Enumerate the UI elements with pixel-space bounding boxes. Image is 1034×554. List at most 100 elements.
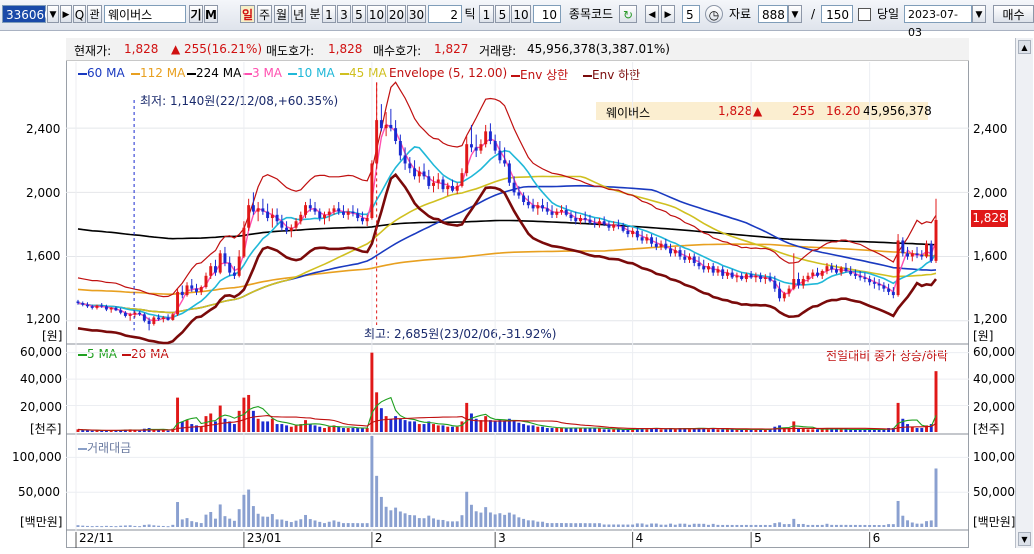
volume-unit-right: [천주] (973, 422, 1005, 436)
chevron-right-icon: ▶ (664, 10, 672, 20)
x-axis-label: 22/11 (79, 531, 114, 545)
vertical-scrollbar[interactable]: ▲ ▼ (1015, 38, 1033, 548)
price-tick-left: 1,200 (26, 312, 61, 326)
minute-3-button[interactable]: 3 (337, 5, 351, 23)
vol-legend-5ma: 5 MA (78, 347, 117, 361)
chevron-down-icon: ▼ (975, 10, 983, 20)
buy-button[interactable]: 매수 (993, 5, 1034, 23)
m-button[interactable]: M (204, 5, 218, 23)
volume-tick-left: 60,000 (20, 345, 62, 359)
legend-112ma: 112 MA (131, 66, 185, 80)
price-tick-right: 2,000 (973, 186, 1008, 200)
date-dropdown[interactable]: ▼ (972, 5, 986, 23)
minute-20-button[interactable]: 20 (387, 5, 406, 23)
quote-box: 웨이버스 1,828 ▲ 255 16.20 45,956,378 (596, 102, 932, 120)
minute-5-button[interactable]: 5 (352, 5, 366, 23)
chevron-left-icon: ◀ (648, 10, 656, 20)
x-axis-label: 6 (872, 531, 881, 545)
up-triangle-icon: ▲ (171, 42, 181, 56)
volume-tick-right: 60,000 (973, 345, 1015, 359)
period-day-tab[interactable]: 일 (240, 5, 255, 23)
volume-tick-right: 40,000 (973, 372, 1015, 386)
quote-box-change: 255 (792, 104, 815, 118)
clock-button[interactable]: ◷ (705, 5, 723, 23)
next-button[interactable]: ▶ (60, 5, 72, 23)
up-triangle-icon: ▲ (753, 104, 763, 118)
bid-label: 매수호가: (373, 44, 422, 58)
tick-5-button[interactable]: 5 (495, 5, 510, 23)
data-count-dropdown[interactable]: ▼ (788, 5, 802, 23)
period-month-tab[interactable]: 월 (274, 5, 289, 23)
gi-button[interactable]: 기 (189, 5, 203, 23)
minute-1-button[interactable]: 1 (322, 5, 336, 23)
volume-tick-left: 40,000 (20, 372, 62, 386)
step-input[interactable]: 5 (682, 5, 700, 23)
chevron-down-icon: ▼ (791, 10, 799, 20)
stock-search-button[interactable]: Q (73, 5, 86, 23)
quote-box-pct: 16.20 (826, 104, 861, 118)
related-button[interactable]: 관 (87, 5, 102, 23)
vol-right-legend: 전일대비 종가 상승/하락 (826, 349, 949, 363)
legend-3ma: 3 MA (243, 66, 282, 80)
search-icon: Q (74, 8, 85, 22)
volume-value: 45,956,378(3,387.01%) (527, 42, 670, 56)
legend-env-lower: Env 하한 (583, 66, 640, 83)
tick-custom-input[interactable]: 10 (533, 5, 561, 23)
minute-30-button[interactable]: 30 (407, 5, 426, 23)
refresh-icon: ↻ (622, 8, 634, 22)
legend-60ma: 60 MA (78, 66, 125, 80)
period-year-tab[interactable]: 년 (291, 5, 306, 23)
x-axis-label: 3 (498, 531, 506, 545)
minute-10-button[interactable]: 10 (367, 5, 386, 23)
amount-tick-left: 100,000 (12, 450, 62, 464)
current-price-label: 현재가: (74, 44, 112, 58)
volume-unit-left: [천주] (30, 422, 62, 436)
data-view-input[interactable]: 150 (821, 5, 853, 23)
quote-box-name: 웨이버스 (606, 106, 651, 120)
date-picker[interactable]: 2023-07-03 (904, 5, 972, 39)
today-checkbox[interactable] (858, 8, 871, 21)
ask-label: 매도호가: (266, 44, 315, 58)
tick-value-input[interactable]: 2 (428, 5, 462, 23)
legend-224ma: 224 MA (187, 66, 241, 80)
chevron-down-icon: ▼ (1021, 535, 1028, 544)
price-tick-right: 1,600 (973, 249, 1008, 263)
stock-code-input[interactable]: 336060 (2, 5, 52, 23)
current-price-marker: 1,828 (971, 210, 1008, 227)
amount-tick-left: 50,000 (18, 485, 60, 499)
period-minute-label: 분 (309, 7, 321, 21)
bid-value: 1,827 (434, 42, 469, 56)
code-dropdown-button[interactable]: ▼ (47, 5, 59, 23)
today-label: 당일 (876, 7, 900, 21)
next-step-button[interactable]: ▶ (661, 5, 675, 23)
legend-10ma: 10 MA (288, 66, 335, 80)
tick-1-button[interactable]: 1 (479, 5, 494, 23)
data-count-select[interactable]: 888 (758, 5, 788, 23)
amount-tick-right: 50,000 (973, 485, 1015, 499)
scroll-down-arrow[interactable]: ▼ (1018, 532, 1031, 546)
high-annotation: 최고: 2,685원(23/02/06,-31.92%) (364, 327, 557, 341)
price-tick-right: 2,400 (973, 122, 1008, 136)
amount-unit-left: [백만원] (20, 515, 63, 529)
volume-label: 거래량: (479, 44, 517, 58)
price-unit-left: [원] (42, 329, 63, 343)
refresh-button[interactable]: ↻ (619, 5, 637, 23)
price-tick-right: 1,200 (973, 312, 1008, 326)
tick-10-button[interactable]: 10 (511, 5, 531, 23)
scroll-up-arrow[interactable]: ▲ (1018, 40, 1031, 54)
x-axis-label: 2 (374, 531, 383, 545)
volume-tick-right: 20,000 (973, 400, 1015, 414)
clock-icon: ◷ (708, 8, 720, 22)
legend-env-upper: Env 상한 (511, 66, 568, 83)
legend-envelope: Envelope (5, 12.00) (389, 66, 508, 80)
quote-box-volume: 45,956,378 (863, 104, 932, 118)
period-week-tab[interactable]: 주 (257, 5, 272, 23)
amount-unit-right: [백만원] (973, 515, 1016, 529)
quote-info-bar: 현재가: 1,828 ▲ 255(16.21%) 매도호가: 1,828 매수호… (66, 38, 969, 61)
amount-legend: 거래대금 (78, 439, 131, 456)
x-axis-label: 4 (635, 531, 644, 545)
stock-name-field[interactable]: 웨이버스 (104, 5, 186, 23)
prev-step-button[interactable]: ◀ (645, 5, 659, 23)
vol-legend-20ma: 20 MA (122, 347, 169, 361)
change-value: 255(16.21%) (184, 42, 263, 56)
